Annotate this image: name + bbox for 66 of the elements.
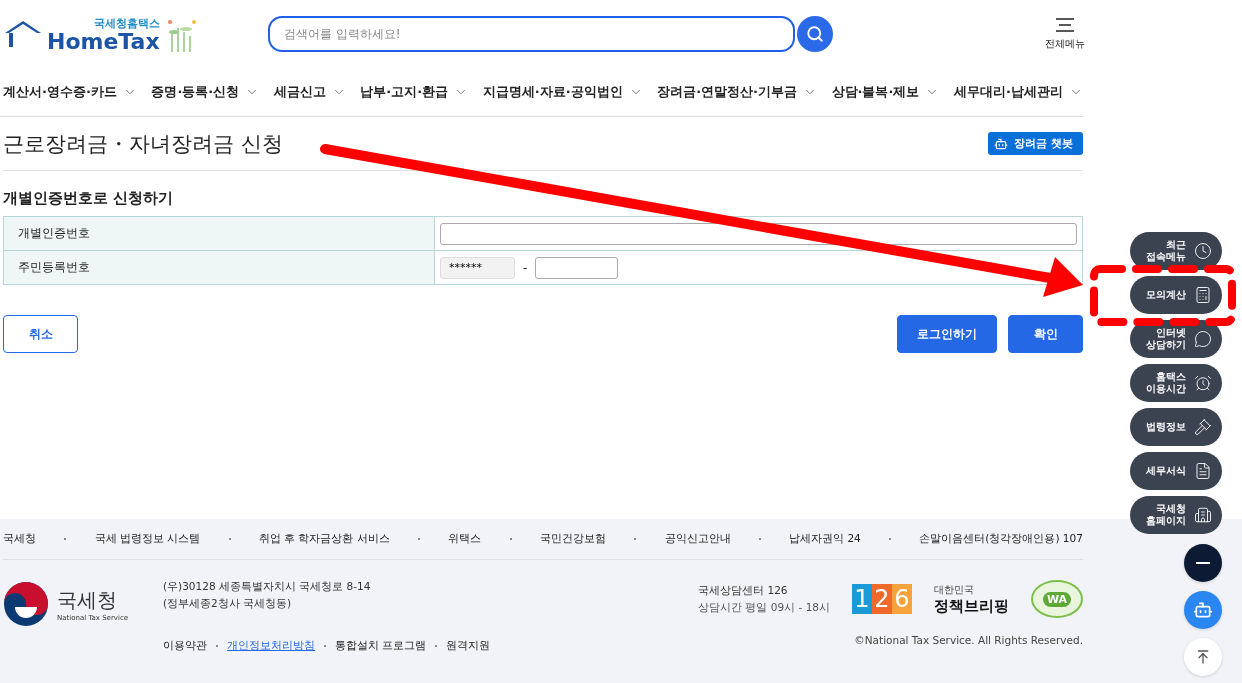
address-line: (정부세종2청사 국세청동): [163, 597, 293, 611]
service-hours: 상담시간 평일 09시 - 18시: [698, 600, 830, 615]
copyright: ©National Tax Service. All Rights Reserved.: [854, 634, 1083, 646]
quick-menu-button[interactable]: 모의계산: [1130, 276, 1222, 314]
search-field[interactable]: 검색어를 입력하세요!: [268, 16, 795, 52]
alarm-clock-icon: [1194, 374, 1212, 392]
input-field[interactable]: [440, 222, 1077, 245]
robot-icon: [994, 136, 1009, 151]
logo-name: HomeTax: [47, 30, 160, 53]
gavel-icon: [1194, 418, 1212, 436]
address-line: (우)30128 세종특별자치시 국세청로 8-14: [163, 580, 372, 594]
footer-link[interactable]: 손말이음센터(청각장애인용) 107: [919, 532, 1083, 546]
nav-menu-item[interactable]: 세금신고: [273, 83, 346, 101]
chatbot-button[interactable]: 장려금 챗봇: [988, 132, 1083, 155]
calculator-icon: [1194, 286, 1212, 304]
input-field[interactable]: [535, 256, 619, 279]
policy-link[interactable]: 통합설치 프로그램: [335, 639, 427, 653]
house-logo-icon: [3, 19, 43, 49]
confirm-button[interactable]: 확인: [1008, 315, 1083, 353]
footer-link[interactable]: 국민건강보험: [539, 532, 606, 546]
policy-link[interactable]: 원격지원: [446, 639, 491, 653]
quick-menu-button[interactable]: 최근 접속메뉴: [1130, 232, 1222, 270]
separator: -: [523, 260, 528, 275]
nav-menu-item[interactable]: 납부·고지·환급: [360, 83, 469, 101]
search-icon: [806, 25, 824, 43]
menu-icon: [1054, 17, 1076, 33]
logo-caption: 국세청홈택스: [93, 15, 160, 31]
policy-briefing-logo: 대한민국 정책브리핑: [934, 582, 1009, 616]
minus-icon: [1196, 562, 1210, 564]
field-label: 개별인증번호: [4, 217, 435, 250]
document-icon: [1194, 462, 1212, 480]
arrow-up-to-line-icon: [1195, 649, 1211, 665]
login-button[interactable]: 로그인하기: [897, 315, 997, 353]
chat-icon: [1194, 330, 1212, 348]
footer-link[interactable]: 국세청: [3, 532, 36, 546]
masked-input-field[interactable]: ******: [440, 256, 515, 279]
full-menu-button[interactable]: 전체메뉴: [1045, 17, 1085, 51]
policy-link[interactable]: 이용약관: [163, 639, 207, 653]
policy-link[interactable]: 개인정보처리방침: [227, 639, 315, 653]
nav-menu-item[interactable]: 세무대리·납세관리: [953, 83, 1083, 101]
section-title: 개별인증번호로 신청하기: [3, 189, 175, 208]
robot-icon: [1193, 600, 1213, 620]
building-icon: [1194, 506, 1212, 524]
quick-menu-button[interactable]: 세무서식: [1130, 452, 1222, 490]
nav-menu-item[interactable]: 지급명세·자료·공익법인: [482, 83, 643, 101]
footer-link[interactable]: 공익신고안내: [664, 532, 731, 546]
call-center: 국세상담센터 126: [698, 583, 789, 598]
footer-link[interactable]: 납세자권익 24: [789, 532, 861, 546]
footer-link[interactable]: 위택스: [448, 532, 482, 546]
nav-menu-item[interactable]: 증명·등록·신청: [151, 83, 260, 101]
cancel-button[interactable]: 취소: [3, 315, 78, 353]
quick-menu-button[interactable]: 법령정보: [1130, 408, 1222, 446]
page-title: 근로장려금・자녀장려금 신청: [3, 130, 283, 158]
quick-menu-button[interactable]: 국세청 홈페이지: [1130, 496, 1222, 534]
quick-menu-button[interactable]: 홈택스 이용시간: [1130, 364, 1222, 402]
nav-menu-item[interactable]: 상담·불복·제보: [831, 83, 940, 101]
search-button[interactable]: [797, 16, 833, 52]
taegeuk-logo-icon: [3, 581, 49, 627]
footer-link[interactable]: 국세 법령정보 시스템: [94, 532, 201, 546]
footer-link[interactable]: 취업 후 학자금상환 서비스: [258, 532, 390, 546]
nav-menu-item[interactable]: 계산서·영수증·카드: [3, 83, 137, 101]
agency-name: 국세청: [57, 586, 118, 614]
clock-icon: [1194, 242, 1212, 260]
field-label: 주민등록번호: [4, 251, 435, 284]
web-accessibility-mark: WA: [1031, 580, 1083, 618]
nav-menu-item[interactable]: 장려금·연말정산·기부금: [657, 83, 818, 101]
